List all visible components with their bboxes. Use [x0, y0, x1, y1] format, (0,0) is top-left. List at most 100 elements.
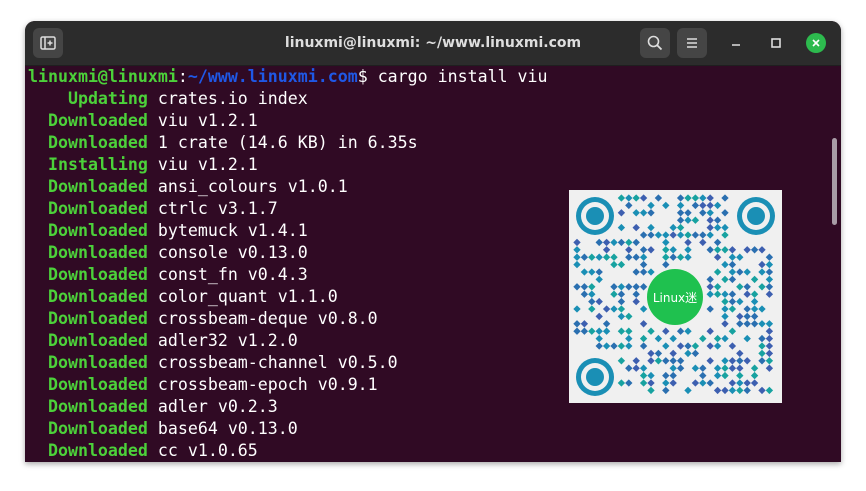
- qr-module: [662, 231, 670, 239]
- qr-module: [713, 334, 722, 343]
- output-line: Downloaded ansi_colours v1.0.1: [28, 176, 348, 198]
- search-button[interactable]: [640, 28, 670, 58]
- qr-module: [758, 342, 766, 350]
- qr-module: [669, 246, 677, 254]
- qr-module: [713, 364, 722, 372]
- window-title: linuxmi@linuxmi: ~/www.linuxmi.com: [284, 35, 582, 51]
- output-status: Downloaded: [28, 243, 148, 262]
- qr-module: [684, 238, 692, 247]
- qr-module: [588, 327, 596, 335]
- qr-module: [750, 275, 759, 284]
- close-button[interactable]: [801, 28, 831, 58]
- qr-module: [736, 386, 744, 395]
- qr-module: [691, 379, 700, 387]
- qr-module: [676, 209, 685, 217]
- qr-module: [639, 334, 648, 343]
- qr-module: [676, 194, 685, 202]
- qr-module: [750, 364, 759, 372]
- menu-button[interactable]: [677, 28, 707, 58]
- output-line: Downloaded adler v0.2.3: [28, 396, 278, 418]
- qr-module: [610, 253, 618, 261]
- qr-module: [639, 246, 648, 254]
- qr-module: [647, 209, 655, 217]
- qr-module: [684, 216, 692, 224]
- scrollbar-thumb[interactable]: [832, 138, 837, 225]
- qr-finder-bottom-left: [576, 358, 614, 396]
- output-status: Downloaded: [28, 221, 148, 240]
- output-status: Downloaded: [28, 309, 148, 328]
- qr-module: [721, 334, 729, 343]
- qr-module: [713, 268, 722, 276]
- qr-module: [699, 238, 707, 247]
- qr-module: [662, 371, 670, 380]
- qr-module: [625, 327, 633, 335]
- qr-module: [639, 305, 648, 313]
- qr-module: [617, 194, 626, 202]
- output-status: Downloaded: [28, 441, 148, 460]
- output-status: Downloaded: [28, 265, 148, 284]
- qr-module: [669, 223, 677, 232]
- qr-module: [699, 364, 707, 372]
- qr-module: [736, 253, 744, 261]
- qr-module: [728, 386, 737, 395]
- output-text: bytemuck v1.4.1: [147, 221, 308, 240]
- qr-module: [654, 349, 663, 358]
- qr-module: [588, 290, 596, 298]
- qr-module: [728, 297, 737, 306]
- output-line: Downloaded cc v1.0.65: [28, 440, 258, 462]
- qr-module: [721, 364, 729, 372]
- qr-module: [647, 371, 655, 380]
- qr-module: [647, 379, 655, 387]
- qr-module: [706, 290, 714, 298]
- qr-module: [588, 253, 596, 261]
- minimize-button[interactable]: [721, 28, 751, 58]
- qr-module: [610, 260, 618, 269]
- qr-module: [676, 201, 685, 210]
- output-status: Downloaded: [28, 397, 148, 416]
- qr-module: [750, 371, 759, 380]
- qr-module: [765, 364, 774, 372]
- qr-module: [765, 290, 774, 298]
- qr-module: [728, 253, 737, 261]
- qr-module: [602, 253, 611, 261]
- qr-module: [610, 290, 618, 298]
- qr-finder-top-left: [576, 197, 614, 235]
- output-line: Downloaded base64 v0.13.0: [28, 418, 298, 440]
- qr-module: [617, 260, 626, 269]
- qr-module: [625, 238, 633, 247]
- qr-module: [758, 260, 766, 269]
- maximize-button[interactable]: [761, 28, 791, 58]
- hamburger-menu-icon: [687, 38, 697, 48]
- qr-module: [625, 201, 633, 210]
- qr-module: [639, 260, 648, 269]
- qr-module: [721, 209, 729, 217]
- qr-module: [580, 320, 589, 328]
- qr-module: [580, 268, 589, 276]
- qr-module: [580, 327, 589, 335]
- qr-module: [728, 379, 737, 387]
- qr-module: [625, 364, 633, 372]
- qr-module: [669, 334, 677, 343]
- qr-module: [743, 268, 751, 276]
- prompt-symbol: $: [357, 67, 368, 86]
- qr-module: [736, 379, 744, 387]
- output-status: Downloaded: [28, 331, 148, 350]
- qr-module: [676, 364, 685, 372]
- output-line: Downloaded bytemuck v1.4.1: [28, 220, 308, 242]
- qr-module: [758, 334, 766, 343]
- minimize-icon: [732, 44, 740, 46]
- output-text: 1 crate (14.6 KB) in 6.35s: [147, 133, 418, 152]
- qr-module: [617, 342, 626, 350]
- output-line: Downloaded adler32 v1.2.0: [28, 330, 298, 352]
- qr-module: [639, 283, 648, 291]
- output-line: Downloaded const_fn v0.4.3: [28, 264, 308, 286]
- qr-module: [721, 305, 729, 313]
- qr-module: [676, 231, 685, 239]
- output-text: crossbeam-deque v0.8.0: [147, 309, 378, 328]
- qr-module: [758, 357, 766, 365]
- output-status: Downloaded: [28, 199, 148, 218]
- qr-module: [654, 334, 663, 343]
- qr-module: [588, 305, 596, 313]
- qr-module: [699, 371, 707, 380]
- qr-module: [625, 379, 633, 387]
